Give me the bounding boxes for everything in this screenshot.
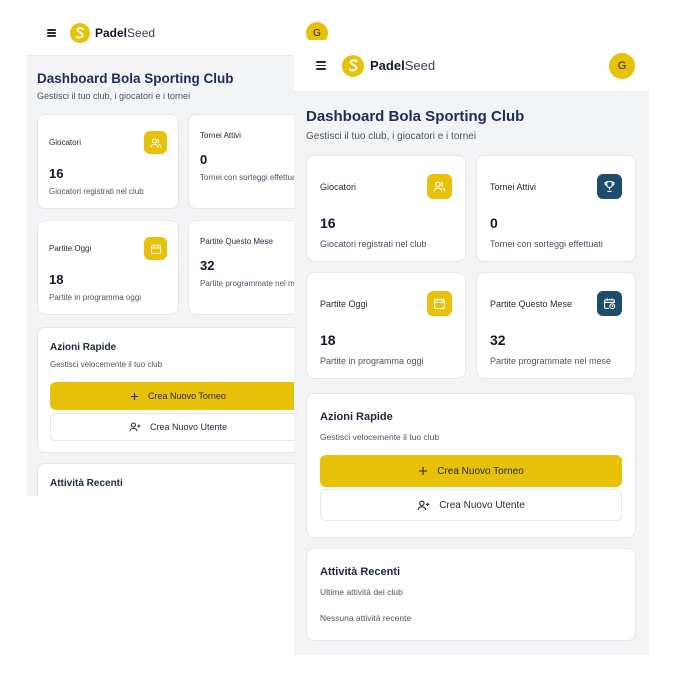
stat-value: 16 <box>320 215 336 231</box>
brand-name[interactable]: Padel Seed <box>95 26 155 40</box>
menu-icon[interactable] <box>316 61 326 70</box>
create-user-label: Crea Nuovo Utente <box>439 499 525 511</box>
stat-desc: Partite programmate nel mese <box>490 356 612 366</box>
recent-activity-panel: Attività Recenti Ultime attività del clu… <box>306 548 636 641</box>
stat-card-players: Giocatori 16 Giocatori registrati nel cl… <box>306 155 466 262</box>
calendar-icon <box>144 237 167 260</box>
stat-label: Tornei Attivi <box>200 131 241 140</box>
create-user-label: Crea Nuovo Utente <box>149 422 228 432</box>
panel-subtitle: Gestisci velocemente il tuo club <box>50 360 163 369</box>
create-tournament-label: Crea Nuovo Torneo <box>148 391 226 401</box>
panel-subtitle: Ultime attività del club <box>320 587 403 597</box>
user-plus-icon <box>129 422 141 432</box>
stat-card-matches-today: Partite Oggi 18 Partite in programma ogg… <box>306 272 466 379</box>
quick-actions-panel: Azioni Rapide Gestisci velocemente il tu… <box>37 327 337 453</box>
logo-icon <box>70 23 90 43</box>
plus-icon <box>130 392 139 401</box>
stat-desc: Tornei con sorteggi effettuati <box>490 239 603 249</box>
brand-name[interactable]: Padel Seed <box>370 58 435 73</box>
stat-card-tournaments: Tornei Attivi 0 Tornei con sorteggi effe… <box>476 155 636 262</box>
stat-desc: Giocatori registrati nel club <box>49 187 144 196</box>
stats-grid: Giocatori 16 Giocatori registrati nel cl… <box>306 155 649 379</box>
stat-label: Giocatori <box>320 181 357 192</box>
stat-card-matches-today: Partite Oggi 18 Partite in programma ogg… <box>37 220 179 315</box>
users-icon <box>427 174 452 199</box>
stat-label: Partite Questo Mese <box>490 298 573 309</box>
stat-label: Partite Oggi <box>49 244 92 253</box>
stat-card-matches-month: Partite Questo Mese 32 Partite programma… <box>476 272 636 379</box>
panel-title: Azioni Rapide <box>50 342 117 353</box>
stat-label: Partite Questo Mese <box>200 237 273 246</box>
stat-desc: Partite in programma oggi <box>320 356 424 366</box>
stat-label: Giocatori <box>49 138 82 147</box>
screenshot-front: Padel Seed G Dashboard Bola Sporting Club… <box>294 40 649 655</box>
brand-light: Seed <box>404 58 436 73</box>
quick-actions-panel: Azioni Rapide Gestisci velocemente il tu… <box>306 393 636 538</box>
brand-bold: Padel <box>370 58 405 73</box>
panel-subtitle: Gestisci velocemente il tuo club <box>320 432 440 442</box>
stat-value: 18 <box>320 332 336 348</box>
logo-icon <box>342 54 364 77</box>
page-subtitle: Gestisci il tuo club, i giocatori e i to… <box>306 131 477 142</box>
create-tournament-label: Crea Nuovo Torneo <box>437 465 524 477</box>
recent-activity-panel: Attività Recenti <box>37 463 337 496</box>
stat-desc: Giocatori registrati nel club <box>320 239 427 249</box>
stat-label: Tornei Attivi <box>490 181 537 192</box>
stat-value: 16 <box>49 166 64 181</box>
menu-icon[interactable] <box>47 29 56 37</box>
brand-light: Seed <box>127 26 156 40</box>
calendar-icon <box>427 291 452 316</box>
brand-bold: Padel <box>95 26 128 40</box>
create-tournament-button[interactable]: Crea Nuovo Torneo <box>320 455 622 487</box>
stat-value: 32 <box>490 332 506 348</box>
calendar-clock-icon <box>597 291 622 316</box>
page-title: Dashboard Bola Sporting Club <box>306 108 525 125</box>
user-plus-icon <box>417 500 430 511</box>
trophy-icon <box>597 174 622 199</box>
panel-title: Attività Recenti <box>50 478 123 489</box>
recent-empty-text: Nessuna attività recente <box>320 613 412 623</box>
create-user-button[interactable]: Crea Nuovo Utente <box>50 413 306 441</box>
plus-icon <box>418 466 428 476</box>
stat-value: 18 <box>49 272 64 287</box>
panel-title: Azioni Rapide <box>320 411 393 423</box>
stat-desc: Partite in programma oggi <box>49 293 142 302</box>
stat-value: 0 <box>490 215 498 231</box>
top-bar: Padel Seed G <box>294 40 649 92</box>
avatar[interactable]: G <box>609 52 635 79</box>
create-tournament-button[interactable]: Crea Nuovo Torneo <box>50 382 306 410</box>
users-icon <box>144 131 167 154</box>
stat-card-players: Giocatori 16 Giocatori registrati nel cl… <box>37 114 179 209</box>
stat-label: Partite Oggi <box>320 298 368 309</box>
panel-title: Attività Recenti <box>320 566 401 578</box>
create-user-button[interactable]: Crea Nuovo Utente <box>320 489 622 521</box>
